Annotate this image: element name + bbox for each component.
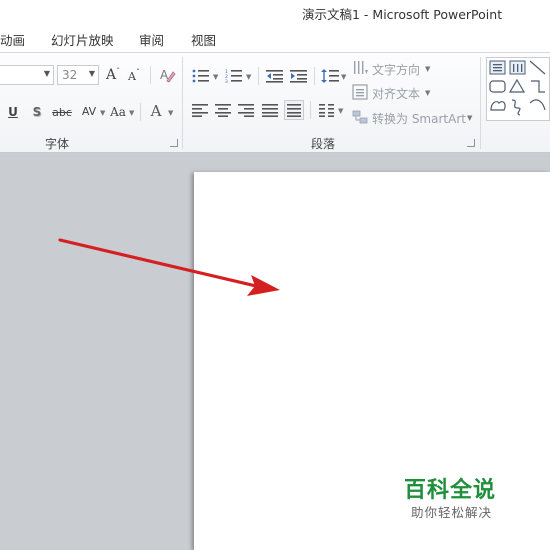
tab-review[interactable]: 审阅 [139,30,164,49]
elbow-connector-shape-icon[interactable] [531,80,545,93]
line-spacing-icon[interactable] [320,67,340,85]
underline-button[interactable]: U [6,103,20,121]
font-group-label: 字体 [45,137,70,151]
tab-view[interactable]: 视图 [191,30,216,49]
chevron-down-icon: ▼ [341,73,347,81]
chevron-down-icon: ▼ [43,69,50,78]
align-text-icon[interactable] [351,83,369,101]
text-direction-button[interactable]: 文字方向 [372,61,420,78]
ribbon-tabs: 动画 幻灯片放映 审阅 视图 [0,24,550,53]
arc-shape-icon[interactable] [529,99,546,111]
font-size-value: 32 [62,68,78,82]
clear-format-icon[interactable]: A [157,65,177,85]
slide-canvas[interactable] [194,172,550,550]
divider [310,101,311,119]
chevron-down-icon: ▼ [88,69,95,78]
group-separator [182,57,183,149]
grow-font-button[interactable]: Aˆ [105,65,121,85]
window-title: 演示文稿1 - Microsoft PowerPoint [302,7,503,22]
font-name-combo[interactable]: ▼ [0,65,54,85]
tab-animations[interactable]: 动画 [0,30,25,49]
divider [150,66,151,84]
increase-indent-icon[interactable] [289,67,309,85]
bullets-icon[interactable] [191,67,211,85]
paragraph-group-label: 段落 [311,137,336,151]
divider [314,67,315,85]
strikethrough-button[interactable]: abc [51,103,73,121]
font-size-combo[interactable]: 32 ▼ [57,65,99,85]
align-right-icon[interactable] [237,101,255,119]
watermark-title: 百科全说 [404,478,497,503]
chevron-down-icon: ▼ [168,109,174,117]
chevron-down-icon: ▼ [338,107,344,115]
text-direction-icon[interactable] [351,59,369,77]
group-separator [480,57,481,149]
smartart-icon[interactable] [351,108,369,126]
chevron-down-icon: ▼ [129,109,135,117]
character-spacing-button[interactable]: AV [78,101,100,121]
title-bar: 演示文稿1 - Microsoft PowerPoint [0,0,550,24]
rounded-rectangle-shape-icon[interactable] [489,80,506,93]
shrink-font-button[interactable]: Aˇ [127,67,141,85]
freeform-shape-icon[interactable] [490,100,506,111]
change-case-button[interactable]: Aa [107,103,129,121]
justify-icon[interactable] [261,101,279,119]
align-center-icon[interactable] [214,101,232,119]
divider [258,67,259,85]
svg-text:3: 3 [225,79,228,83]
chevron-down-icon: ▼ [213,73,219,81]
chevron-down-icon: ▼ [425,65,431,73]
triangle-shape-icon[interactable] [508,78,526,93]
ribbon: ▼ 32 ▼ Aˆ Aˇ A U S abc AV ▼ Aa ▼ A ▼ 字体 … [0,53,550,153]
divider [140,103,141,121]
font-dialog-launcher-icon[interactable] [170,139,178,147]
tab-slideshow[interactable]: 幻灯片放映 [51,30,114,49]
distributed-icon[interactable] [284,100,304,120]
shadow-button[interactable]: S [30,103,44,121]
text-box-shape-icon[interactable] [489,60,506,75]
paragraph-dialog-launcher-icon[interactable] [467,139,475,147]
chevron-down-icon: ▼ [100,109,106,117]
curve-shape-icon[interactable] [511,99,521,116]
vertical-text-box-shape-icon[interactable] [509,60,526,75]
chevron-down-icon: ▼ [467,114,473,122]
watermark-subtitle: 助你轻松解决 [411,505,493,520]
line-shape-icon[interactable] [529,60,546,75]
font-color-button[interactable]: A [148,101,164,121]
chevron-down-icon: ▼ [246,73,252,81]
decrease-indent-icon[interactable] [265,67,285,85]
shapes-gallery[interactable] [486,57,550,121]
chevron-down-icon: ▼ [425,89,431,97]
numbering-icon[interactable]: 123 [224,67,244,85]
convert-smartart-button[interactable]: 转换为 SmartArt [372,110,466,127]
columns-icon[interactable] [317,101,337,119]
align-text-button[interactable]: 对齐文本 [372,85,420,102]
align-left-icon[interactable] [191,101,209,119]
